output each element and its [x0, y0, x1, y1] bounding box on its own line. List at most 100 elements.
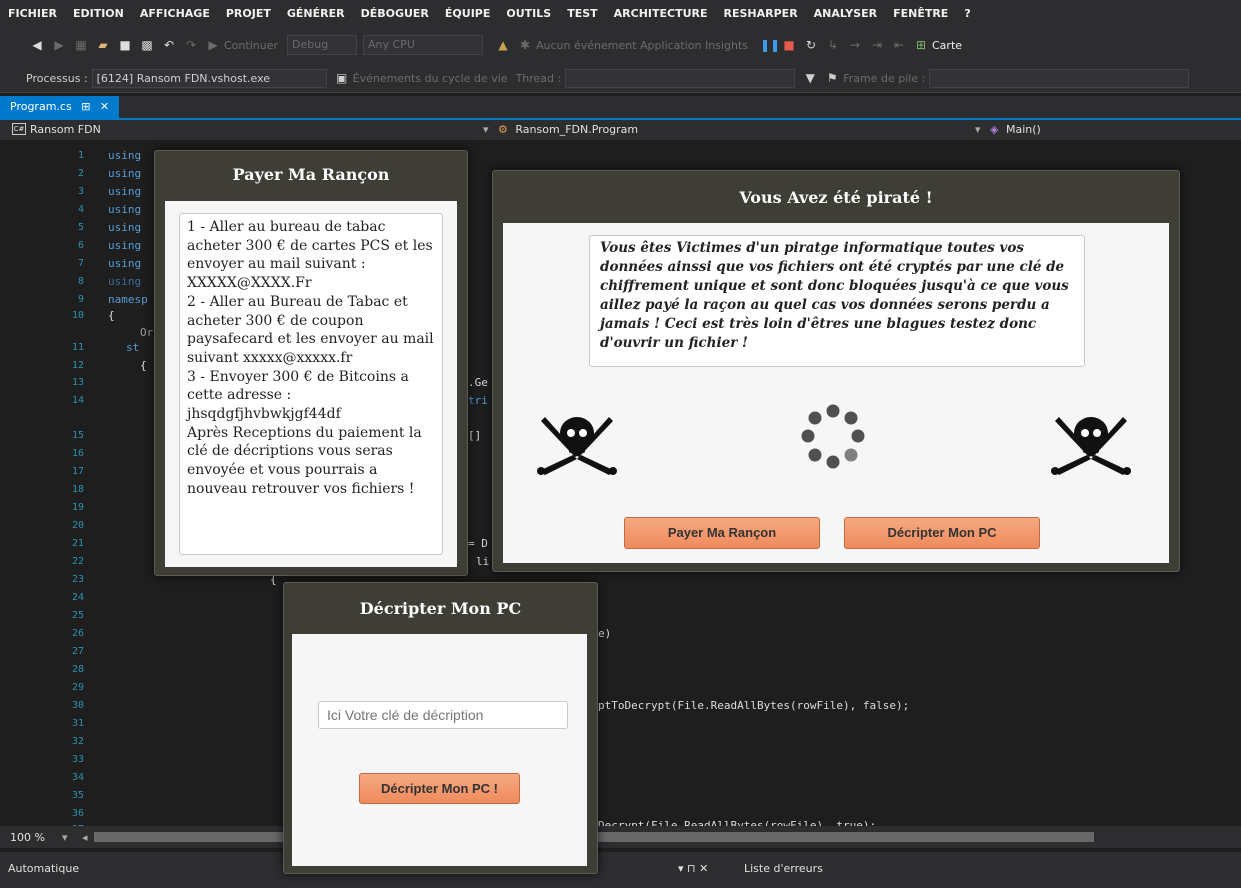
step-icon[interactable]: ↳	[826, 38, 840, 52]
stop-icon[interactable]: ■	[782, 38, 796, 52]
line-number: 17	[71, 466, 84, 477]
continue-button[interactable]: Continuer	[224, 39, 278, 52]
flame-icon[interactable]: ▲	[496, 38, 510, 52]
line-number: 36	[71, 808, 84, 819]
line-number: 14	[71, 395, 84, 406]
code-token: tri	[468, 394, 488, 407]
project-dropdown[interactable]: Ransom FDN	[30, 123, 101, 136]
menu-generer[interactable]: GÉNÉRER	[279, 7, 353, 20]
stackframe-select[interactable]	[929, 68, 1190, 88]
new-project-icon[interactable]: ▦	[74, 38, 88, 52]
code-token: using	[108, 185, 142, 198]
menu-affichage[interactable]: AFFICHAGE	[132, 7, 218, 20]
line-number: 24	[71, 592, 84, 603]
back-icon[interactable]: ◀	[30, 38, 44, 52]
pause-icon[interactable]: ❚❚	[760, 38, 780, 52]
pin-icon[interactable]: ⊞	[81, 100, 90, 113]
line-number: 29	[71, 682, 84, 693]
map-label[interactable]: Carte	[932, 39, 962, 52]
line-number: 12	[71, 360, 84, 371]
stackframe-label: Frame de pile :	[843, 71, 926, 85]
undo-icon[interactable]: ↶	[162, 38, 176, 52]
skull-crossbones-icon	[537, 417, 617, 475]
line-number: 28	[71, 664, 84, 675]
process-select[interactable]: [6124] Ransom FDN.vshost.exe	[91, 68, 327, 88]
menu-outils[interactable]: OUTILS	[498, 7, 559, 20]
decrypt-pc-button[interactable]: Décripter Mon PC	[844, 517, 1040, 549]
toolbar: ◀ ▶ ▦ ▰ ■ ▩ ↶ ↷ ▶ Continuer Debug Any CP…	[0, 26, 1241, 64]
step-into-icon[interactable]: ⇥	[870, 38, 884, 52]
lifecycle-label[interactable]: Événements du cycle de vie	[353, 72, 508, 85]
menu-resharper[interactable]: RESHARPER	[716, 7, 806, 20]
save-icon[interactable]: ■	[118, 38, 132, 52]
menu-analyser[interactable]: ANALYSER	[806, 7, 885, 20]
decrypt-title: Décripter Mon PC	[359, 599, 522, 618]
menu-fichier[interactable]: FICHIER	[0, 7, 65, 20]
decrypt-submit-button[interactable]: Décripter Mon PC !	[359, 773, 520, 804]
error-list-title[interactable]: Liste d'erreurs	[744, 862, 823, 875]
payment-instructions: 1 - Aller au bureau de tabac acheter 300…	[179, 213, 443, 555]
ransom-message: Vous êtes Victimes d'un piratge informat…	[589, 235, 1085, 367]
line-number: 9	[77, 294, 84, 305]
redo-icon[interactable]: ↷	[184, 38, 198, 52]
pay-ransom-title: Payer Ma Rançon	[232, 165, 390, 184]
menu-architecture[interactable]: ARCHITECTURE	[606, 7, 716, 20]
chevron-down-icon: ▾	[483, 123, 489, 136]
menu-projet[interactable]: PROJET	[218, 7, 279, 20]
class-dropdown[interactable]: ▾ ⚙ Ransom_FDN.Program	[483, 123, 638, 136]
line-number: 20	[71, 520, 84, 531]
method-dropdown[interactable]: ▾ ◈ Main()	[975, 123, 1041, 136]
line-number: 3	[77, 186, 84, 197]
line-number: 33	[71, 754, 84, 765]
menu-help[interactable]: ?	[956, 7, 978, 20]
code-token: Or	[140, 326, 154, 339]
pay-ransom-body: 1 - Aller au bureau de tabac acheter 300…	[165, 201, 457, 567]
pay-ransom-window: Payer Ma Rançon 1 - Aller au bureau de t…	[154, 150, 468, 576]
code-token: using	[108, 149, 142, 162]
line-number: 35	[71, 790, 84, 801]
map-icon[interactable]: ⊞	[914, 38, 928, 52]
restart-icon[interactable]: ↻	[804, 38, 818, 52]
code-token: {	[140, 359, 147, 372]
navigation-bar: C# Ransom FDN ▾ ⚙ Ransom_FDN.Program ▾ ◈…	[0, 120, 1241, 140]
method-name: Main()	[1006, 123, 1041, 136]
code-token: using	[108, 167, 142, 180]
open-folder-icon[interactable]: ▰	[96, 38, 110, 52]
zoom-level[interactable]: 100 %	[10, 831, 45, 844]
step-out-icon[interactable]: ⇤	[892, 38, 906, 52]
insights-label[interactable]: Aucun événement Application Insights	[536, 39, 748, 52]
tab-program-cs[interactable]: Program.cs ⊞ ✕	[0, 96, 120, 118]
insights-icon[interactable]: ✱	[518, 38, 532, 52]
skull-crossbones-icon	[1051, 417, 1131, 475]
menu-equipe[interactable]: ÉQUIPE	[437, 7, 498, 20]
scroll-left-icon[interactable]: ◂	[82, 831, 88, 844]
thread-select[interactable]	[565, 68, 796, 88]
code-token: []	[468, 429, 488, 442]
line-number: 6	[77, 240, 84, 251]
pay-ransom-button[interactable]: Payer Ma Rançon	[624, 517, 820, 549]
platform-select[interactable]: Any CPU	[363, 35, 483, 55]
step-over-icon[interactable]: →	[848, 38, 862, 52]
process-label: Processus :	[26, 71, 88, 85]
chevron-down-icon[interactable]: ▾	[62, 831, 68, 844]
forward-icon[interactable]: ▶	[52, 38, 66, 52]
tab-label: Program.cs	[10, 100, 72, 113]
save-all-icon[interactable]: ▩	[140, 38, 154, 52]
menu-edition[interactable]: EDITION	[65, 7, 132, 20]
menu-bar: FICHIER EDITION AFFICHAGE PROJET GÉNÉRER…	[0, 0, 1241, 26]
menu-fenetre[interactable]: FENÊTRE	[885, 7, 956, 20]
config-select[interactable]: Debug	[287, 35, 357, 55]
filter-icon[interactable]: ▼	[803, 71, 817, 85]
flag-icon[interactable]: ⚑	[825, 71, 839, 85]
panel-controls[interactable]: ▾ ⊓ ✕	[678, 862, 708, 875]
lifecycle-icon[interactable]: ▣	[335, 71, 349, 85]
menu-test[interactable]: TEST	[559, 7, 605, 20]
play-icon[interactable]: ▶	[206, 38, 220, 52]
close-icon[interactable]: ✕	[100, 100, 109, 113]
decryption-key-input[interactable]	[318, 701, 568, 729]
autos-panel-title[interactable]: Automatique	[8, 862, 79, 875]
code-token: {	[108, 309, 115, 322]
menu-deboguer[interactable]: DÉBOGUER	[353, 7, 437, 20]
code-token: = D	[468, 537, 488, 550]
code-token: li	[476, 555, 490, 568]
